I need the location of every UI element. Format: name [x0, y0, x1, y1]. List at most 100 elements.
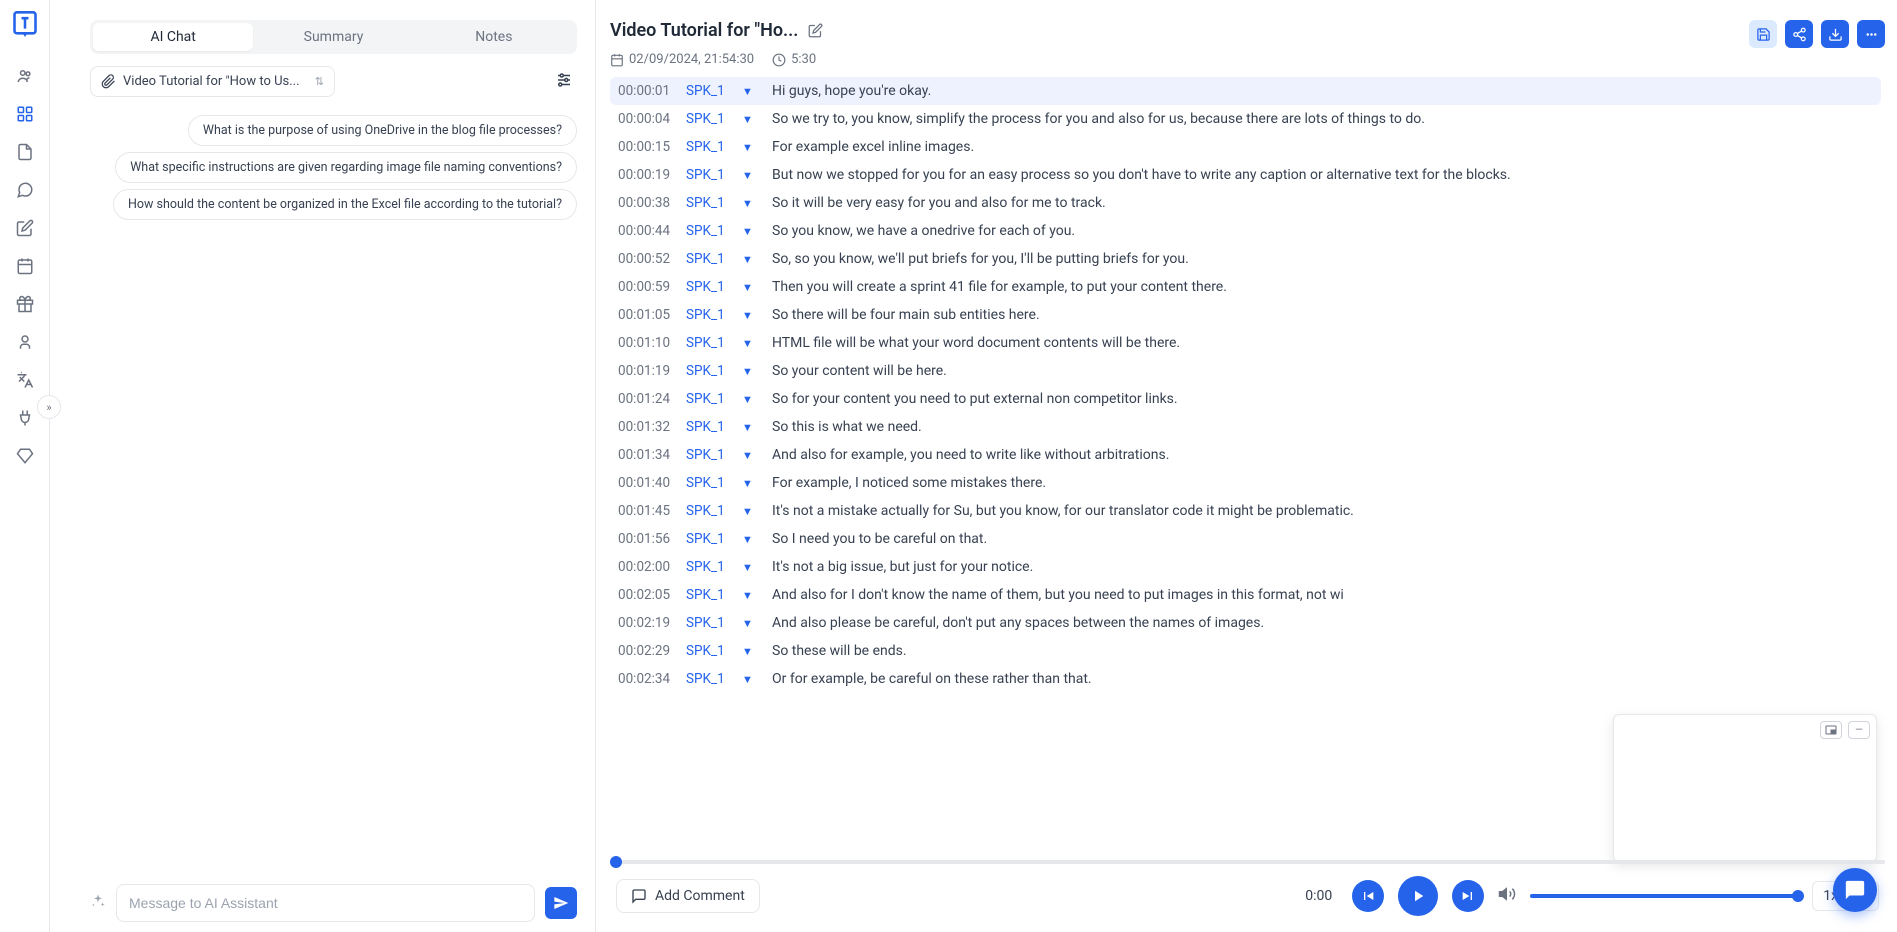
chevron-down-icon[interactable]: ▼ [742, 253, 766, 266]
transcript-row[interactable]: 00:00:15SPK_1▼For example excel inline i… [610, 133, 1881, 161]
transcript-speaker[interactable]: SPK_1 [686, 83, 736, 99]
chevron-down-icon[interactable]: ▼ [742, 281, 766, 294]
chevron-down-icon[interactable]: ▼ [742, 421, 766, 434]
transcript-speaker[interactable]: SPK_1 [686, 559, 736, 575]
transcript-row[interactable]: 00:01:10SPK_1▼HTML file will be what you… [610, 329, 1881, 357]
help-chat-button[interactable] [1833, 868, 1877, 912]
edit-title-button[interactable] [808, 23, 823, 42]
suggestion-0[interactable]: What is the purpose of using OneDrive in… [188, 115, 577, 146]
transcript-row[interactable]: 00:02:19SPK_1▼And also please be careful… [610, 609, 1881, 637]
sidebar-user[interactable] [5, 324, 45, 360]
suggestion-2[interactable]: How should the content be organized in t… [113, 189, 577, 220]
chevron-down-icon[interactable]: ▼ [742, 393, 766, 406]
tab-summary[interactable]: Summary [253, 23, 413, 51]
sidebar-gift[interactable] [5, 286, 45, 322]
sidebar-chat[interactable] [5, 172, 45, 208]
suggestion-1[interactable]: What specific instructions are given reg… [115, 152, 577, 183]
transcript-row[interactable]: 00:00:59SPK_1▼Then you will create a spr… [610, 273, 1881, 301]
sidebar-document[interactable] [5, 134, 45, 170]
pip-button[interactable] [1820, 721, 1842, 739]
transcript-row[interactable]: 00:02:34SPK_1▼Or for example, be careful… [610, 665, 1881, 693]
chevron-down-icon[interactable]: ▼ [742, 197, 766, 210]
send-button[interactable] [545, 887, 577, 919]
transcript-row[interactable]: 00:02:00SPK_1▼It's not a big issue, but … [610, 553, 1881, 581]
transcript-speaker[interactable]: SPK_1 [686, 531, 736, 547]
volume-icon[interactable] [1498, 885, 1516, 907]
transcript-row[interactable]: 00:01:24SPK_1▼So for your content you ne… [610, 385, 1881, 413]
transcript-speaker[interactable]: SPK_1 [686, 671, 736, 687]
transcript-speaker[interactable]: SPK_1 [686, 279, 736, 295]
transcript-row[interactable]: 00:01:45SPK_1▼It's not a mistake actuall… [610, 497, 1881, 525]
transcript-row[interactable]: 00:00:01SPK_1▼Hi guys, hope you're okay. [610, 77, 1881, 105]
chevron-down-icon[interactable]: ▼ [742, 617, 766, 630]
volume-handle[interactable] [1792, 890, 1804, 902]
chevron-down-icon[interactable]: ▼ [742, 169, 766, 182]
transcript-speaker[interactable]: SPK_1 [686, 475, 736, 491]
chevron-down-icon[interactable]: ▼ [742, 561, 766, 574]
progress-handle[interactable] [610, 856, 622, 868]
chevron-down-icon[interactable]: ▼ [742, 309, 766, 322]
transcript-row[interactable]: 00:02:29SPK_1▼So these will be ends. [610, 637, 1881, 665]
sidebar-dashboard[interactable] [5, 96, 45, 132]
transcript-speaker[interactable]: SPK_1 [686, 447, 736, 463]
transcript-speaker[interactable]: SPK_1 [686, 139, 736, 155]
chevron-down-icon[interactable]: ▼ [742, 505, 766, 518]
chevron-down-icon[interactable]: ▼ [742, 673, 766, 686]
transcript-row[interactable]: 00:02:05SPK_1▼And also for I don't know … [610, 581, 1881, 609]
skip-forward-button[interactable] [1452, 880, 1484, 912]
more-button[interactable] [1857, 20, 1885, 48]
transcript-speaker[interactable]: SPK_1 [686, 391, 736, 407]
skip-back-button[interactable] [1352, 880, 1384, 912]
transcript-speaker[interactable]: SPK_1 [686, 111, 736, 127]
transcript-row[interactable]: 00:01:34SPK_1▼And also for example, you … [610, 441, 1881, 469]
tab-ai-chat[interactable]: AI Chat [93, 23, 253, 51]
chevron-down-icon[interactable]: ▼ [742, 113, 766, 126]
transcript-speaker[interactable]: SPK_1 [686, 167, 736, 183]
source-dropdown[interactable]: Video Tutorial for "How to Us... ⇅ [90, 66, 335, 97]
transcript-speaker[interactable]: SPK_1 [686, 615, 736, 631]
chevron-down-icon[interactable]: ▼ [742, 337, 766, 350]
save-button[interactable] [1749, 20, 1777, 48]
transcript-row[interactable]: 00:00:38SPK_1▼So it will be very easy fo… [610, 189, 1881, 217]
transcript-speaker[interactable]: SPK_1 [686, 195, 736, 211]
transcript-row[interactable]: 00:01:32SPK_1▼So this is what we need. [610, 413, 1881, 441]
transcript-speaker[interactable]: SPK_1 [686, 251, 736, 267]
transcript-speaker[interactable]: SPK_1 [686, 363, 736, 379]
volume-slider[interactable] [1530, 894, 1798, 898]
video-thumbnail[interactable]: — [1613, 714, 1877, 862]
sidebar-expand-button[interactable]: » [37, 395, 61, 419]
transcript-row[interactable]: 00:00:44SPK_1▼So you know, we have a one… [610, 217, 1881, 245]
transcript-row[interactable]: 00:01:40SPK_1▼For example, I noticed som… [610, 469, 1881, 497]
chevron-down-icon[interactable]: ▼ [742, 589, 766, 602]
add-comment-button[interactable]: Add Comment [616, 879, 760, 913]
transcript-row[interactable]: 00:01:19SPK_1▼So your content will be he… [610, 357, 1881, 385]
transcript-row[interactable]: 00:01:05SPK_1▼So there will be four main… [610, 301, 1881, 329]
chevron-down-icon[interactable]: ▼ [742, 449, 766, 462]
transcript-speaker[interactable]: SPK_1 [686, 587, 736, 603]
filter-button[interactable] [551, 67, 577, 97]
transcript-speaker[interactable]: SPK_1 [686, 335, 736, 351]
transcript-speaker[interactable]: SPK_1 [686, 503, 736, 519]
chevron-down-icon[interactable]: ▼ [742, 533, 766, 546]
minimize-video-button[interactable]: — [1848, 721, 1870, 739]
transcript-speaker[interactable]: SPK_1 [686, 419, 736, 435]
transcript-speaker[interactable]: SPK_1 [686, 643, 736, 659]
tab-notes[interactable]: Notes [414, 23, 574, 51]
sidebar-people[interactable] [5, 58, 45, 94]
transcript-row[interactable]: 00:00:52SPK_1▼So, so you know, we'll put… [610, 245, 1881, 273]
transcript-speaker[interactable]: SPK_1 [686, 307, 736, 323]
share-button[interactable] [1785, 20, 1813, 48]
sidebar-calendar[interactable] [5, 248, 45, 284]
chat-input[interactable] [116, 884, 535, 922]
play-button[interactable] [1398, 876, 1438, 916]
chevron-down-icon[interactable]: ▼ [742, 141, 766, 154]
sidebar-notes[interactable] [5, 210, 45, 246]
download-button[interactable] [1821, 20, 1849, 48]
chevron-down-icon[interactable]: ▼ [742, 225, 766, 238]
progress-bar[interactable] [610, 860, 1885, 864]
transcript-row[interactable]: 00:00:19SPK_1▼But now we stopped for you… [610, 161, 1881, 189]
sidebar-diamond[interactable] [5, 438, 45, 474]
transcript-row[interactable]: 00:01:56SPK_1▼So I need you to be carefu… [610, 525, 1881, 553]
transcript-row[interactable]: 00:00:04SPK_1▼So we try to, you know, si… [610, 105, 1881, 133]
chevron-down-icon[interactable]: ▼ [742, 85, 766, 98]
